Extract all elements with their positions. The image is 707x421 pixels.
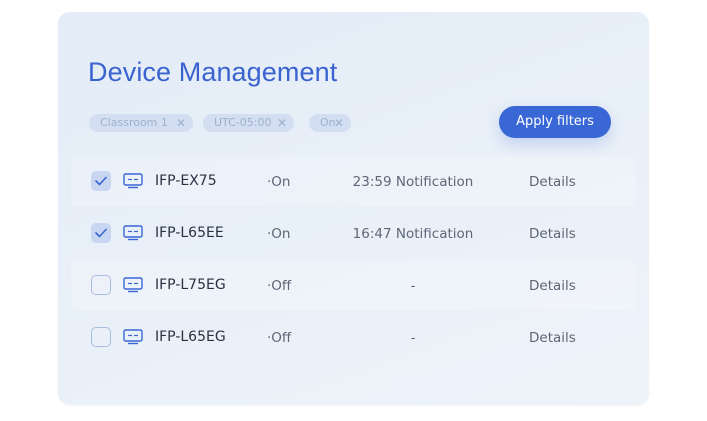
monitor-icon [123,277,143,293]
apply-filters-button[interactable]: Apply filters [499,106,611,138]
monitor-icon [123,329,143,345]
device-name: IFP-L65EG [155,329,226,345]
row-checkbox[interactable] [91,327,111,347]
filter-chip-timezone[interactable]: UTC-05:00 ✕ [203,114,294,132]
device-row[interactable]: IFP-L75EG ·Off - Details [71,260,636,310]
device-notification: 23:59 Notification [352,174,474,190]
page-title: Device Management [88,57,338,87]
checkmark-icon [95,176,107,186]
close-icon[interactable]: ✕ [176,114,186,132]
row-checkbox[interactable] [91,275,111,295]
device-status: ·On [267,226,291,242]
filter-chip-label: UTC-05:00 [214,116,272,129]
monitor-icon [123,225,143,241]
details-link[interactable]: Details [529,173,576,191]
device-status: ·Off [267,278,292,294]
device-notification: - [410,330,416,346]
device-notification: 16:47 Notification [352,226,474,242]
device-name: IFP-L65EE [155,225,224,241]
details-link[interactable]: Details [529,329,576,347]
device-management-card: Device Management Classroom 1 ✕ UTC-05:0… [58,12,649,405]
details-link[interactable]: Details [529,277,576,295]
device-row[interactable]: IFP-EX75 ·On 23:59 Notification Details [71,156,636,206]
filter-chip-classroom[interactable]: Classroom 1 ✕ [89,114,193,132]
close-icon[interactable]: ✕ [334,114,344,132]
filter-chip-status[interactable]: On ✕ [309,114,351,132]
device-status: ·Off [267,330,292,346]
checkmark-icon [95,228,107,238]
close-icon[interactable]: ✕ [277,114,287,132]
device-row[interactable]: IFP-L65EG ·Off - Details [71,312,636,362]
device-status: ·On [267,174,291,190]
row-checkbox[interactable] [91,171,111,191]
device-name: IFP-L75EG [155,277,226,293]
monitor-icon [123,173,143,189]
device-row[interactable]: IFP-L65EE ·On 16:47 Notification Details [71,208,636,258]
device-notification: - [410,278,416,294]
device-name: IFP-EX75 [155,173,217,189]
row-checkbox[interactable] [91,223,111,243]
details-link[interactable]: Details [529,225,576,243]
filter-chip-label: Classroom 1 [100,116,168,129]
